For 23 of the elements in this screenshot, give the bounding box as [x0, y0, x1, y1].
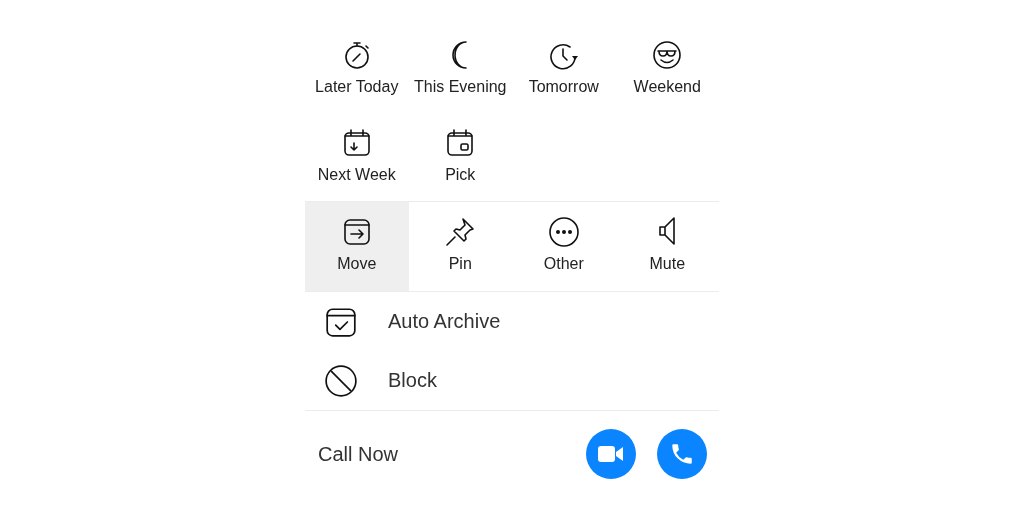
video-call-button[interactable] [586, 429, 636, 479]
sunglasses-face-icon [651, 38, 684, 71]
phone-call-button[interactable] [657, 429, 707, 479]
snooze-option[interactable]: Later Today [305, 25, 409, 113]
phone-icon [669, 441, 695, 467]
action-button[interactable]: Mute [615, 202, 719, 291]
action-button[interactable]: Move [305, 202, 409, 291]
action-button[interactable]: Pin [408, 202, 512, 291]
moon-icon [452, 39, 469, 70]
snooze-option[interactable]: Next Week [305, 113, 409, 201]
snooze-option[interactable]: Weekend [615, 25, 719, 113]
snooze-option[interactable]: This Evening [408, 25, 512, 113]
block-icon [324, 363, 358, 398]
speaker-icon [658, 217, 677, 247]
pushpin-icon [444, 216, 477, 248]
video-camera-icon [598, 445, 624, 463]
snooze-option[interactable]: Pick [408, 113, 512, 201]
call-label: Call Now [318, 442, 400, 466]
action-button[interactable]: Other [512, 202, 616, 291]
snooze-option[interactable]: Tomorrow [512, 25, 616, 113]
menu-item[interactable]: Auto Archive [305, 292, 719, 351]
menu-item[interactable]: Block [305, 351, 719, 410]
more-icon [547, 216, 580, 248]
